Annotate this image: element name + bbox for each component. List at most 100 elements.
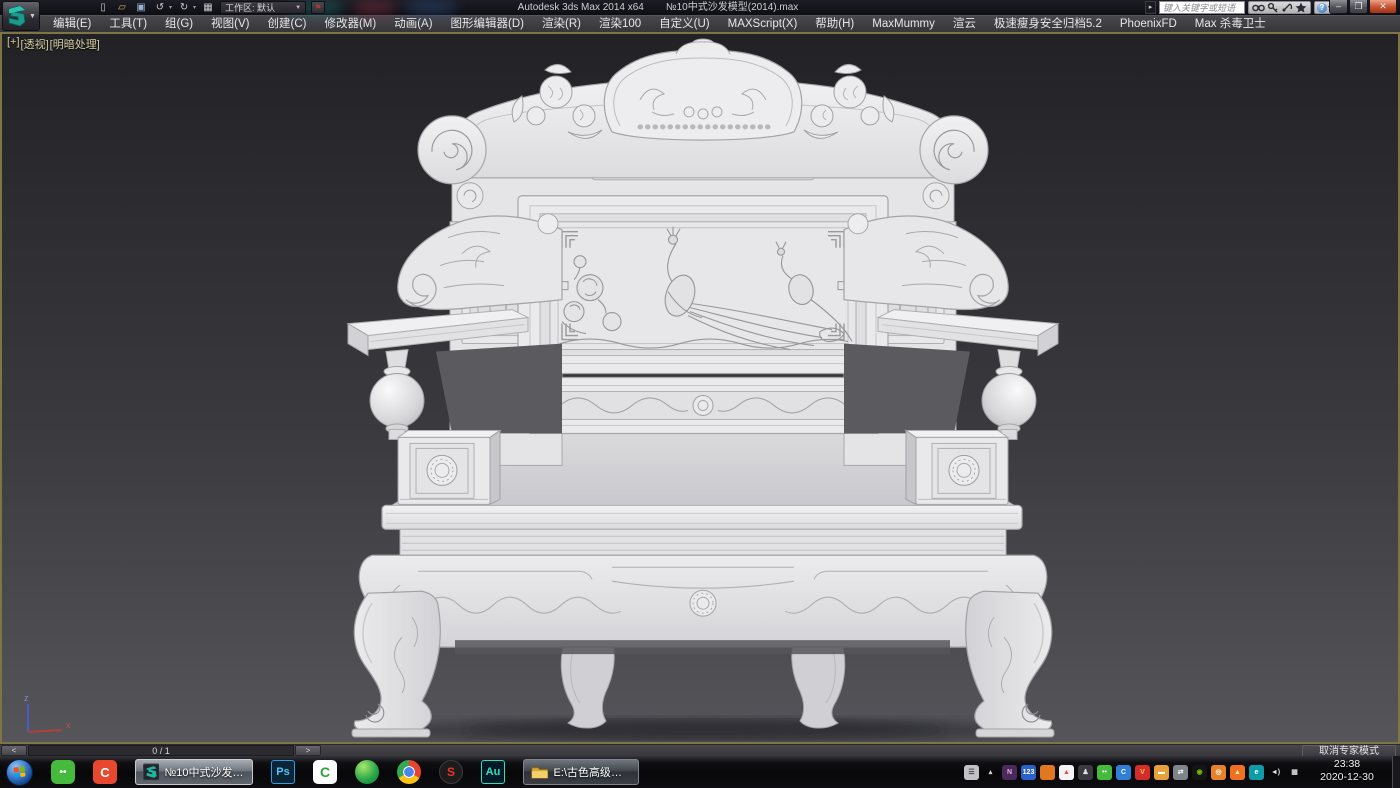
cancel-expert-mode-button[interactable]: 取消专家模式 (1302, 745, 1396, 757)
input-method-icon[interactable]: 123 (1021, 765, 1036, 780)
start-button[interactable] (6, 759, 33, 786)
3dsmax-application-window: ▼ ▯ ▱ ▣ ↺▾ ↻▾ ▦ 工作区: 默认 ▼ ⚑ Autodesk 3ds… (0, 0, 1400, 788)
redo-caret-icon[interactable]: ▾ (193, 4, 196, 11)
assistant-icon[interactable]: ♟ (1078, 765, 1093, 780)
minimize-button[interactable]: – (1329, 0, 1348, 14)
open-file-icon[interactable]: ▱ (115, 1, 129, 14)
substance-icon[interactable]: S (439, 760, 463, 784)
keyboard-icon[interactable]: ☰ (964, 765, 979, 780)
sync-check-icon[interactable]: C (1116, 765, 1131, 780)
redo-icon[interactable]: ↻ (177, 1, 191, 14)
restore-button[interactable]: ❐ (1349, 0, 1368, 14)
communication-center-icon[interactable] (1281, 2, 1293, 13)
wechat-tray-icon[interactable]: •• (1097, 765, 1112, 780)
viewport-label: [+] [透视] [明暗处理] (7, 36, 100, 52)
menu-item-3[interactable]: 组(G) (156, 16, 202, 33)
menu-item-13[interactable]: 帮助(H) (806, 16, 863, 33)
time-slider-frame-field[interactable]: 0 / 1 (28, 745, 294, 756)
audition-icon[interactable]: Au (481, 760, 505, 784)
volume-icon[interactable]: ◄) (1268, 765, 1283, 780)
viewport-perspective[interactable]: [+] [透视] [明暗处理] z x (0, 32, 1400, 744)
security-flame-icon[interactable]: ▲ (1230, 765, 1245, 780)
eset-icon[interactable]: e (1249, 765, 1264, 780)
triangle-app-icon[interactable]: ▲ (1059, 765, 1074, 780)
title-bar: ▼ ▯ ▱ ▣ ↺▾ ↻▾ ▦ 工作区: 默认 ▼ ⚑ Autodesk 3ds… (0, 0, 1400, 15)
taskbar-window-label: E:\古色高级家具... (553, 764, 631, 780)
save-file-icon[interactable]: ▣ (134, 1, 148, 14)
quick-access-toolbar: ▯ ▱ ▣ ↺▾ ↻▾ ▦ 工作区: 默认 ▼ ⚑ (96, 0, 325, 15)
taskbar-clock[interactable]: 23:38 2020-12-30 (1306, 758, 1388, 784)
chair-model (348, 39, 1058, 742)
viewport-view-label[interactable]: [透视] (21, 36, 49, 52)
graphics-tool-icon[interactable]: N (1002, 765, 1017, 780)
menu-item-10[interactable]: 渲染100 (590, 16, 650, 33)
undo-icon[interactable]: ↺ (153, 1, 167, 14)
sogou-browser-icon[interactable] (355, 760, 379, 784)
menu-item-6[interactable]: 修改器(M) (315, 16, 385, 33)
undo-caret-icon[interactable]: ▾ (169, 4, 172, 11)
windows-flag-icon (14, 766, 26, 777)
search-binoculars-icon[interactable] (1252, 2, 1265, 13)
show-desktop-button[interactable] (1392, 756, 1400, 788)
application-menu-button[interactable]: ▼ (2, 1, 40, 31)
close-button[interactable]: ✕ (1369, 0, 1397, 14)
photoshop-icon[interactable]: Ps (271, 760, 295, 784)
new-file-icon[interactable]: ▯ (96, 1, 110, 14)
window-controls: – ❐ ✕ (1329, 0, 1397, 14)
infocenter-bar: ▸ ? ▾ (1145, 1, 1334, 14)
viewport-shading-label[interactable]: [明暗处理] (50, 36, 100, 52)
nvidia-icon[interactable]: ◉ (1192, 765, 1207, 780)
next-frame-button[interactable]: > (295, 745, 321, 756)
3dsmax-logo-icon (6, 5, 28, 27)
wechat-icon[interactable]: •• (51, 760, 75, 784)
beverage-app-icon[interactable] (1040, 765, 1055, 780)
menu-item-2[interactable]: 工具(T) (100, 16, 156, 33)
hidden-icons-arrow[interactable]: ▴ (983, 765, 998, 780)
appmenu-caret-icon: ▼ (29, 13, 36, 20)
project-folder-icon[interactable]: ▦ (201, 1, 215, 14)
storage-icon[interactable]: ▬ (1154, 765, 1169, 780)
network-icon[interactable]: ▦ (1287, 765, 1302, 780)
menu-item-16[interactable]: 极速瘦身安全归档5.2 (985, 16, 1111, 33)
menu-item-18[interactable]: Max 杀毒卫士 (1186, 16, 1275, 33)
infocenter-collapse-arrow[interactable]: ▸ (1145, 1, 1156, 14)
window-title: Autodesk 3ds Max 2014 x64 №10中式沙发模型(2014… (518, 0, 799, 15)
viewport-3d-scene (2, 34, 1398, 742)
workspace-flag-icon[interactable]: ⚑ (311, 1, 325, 14)
menu-item-11[interactable]: 自定义(U) (650, 16, 718, 33)
camtasia-green-icon[interactable]: C (313, 760, 337, 784)
video-app-icon[interactable]: V (1135, 765, 1150, 780)
usb-device-icon[interactable]: ⇄ (1173, 765, 1188, 780)
document-title-text: №10中式沙发模型(2014).max (666, 0, 798, 15)
chrome-icon[interactable] (397, 760, 421, 784)
workspace-caret-icon: ▼ (295, 5, 301, 11)
menu-item-1[interactable]: 编辑(E) (44, 16, 100, 33)
workspace-selector[interactable]: 工作区: 默认 ▼ (220, 1, 306, 14)
axis-z-label: z (24, 693, 29, 703)
clock-date: 2020-12-30 (1306, 771, 1388, 784)
windows-taskbar: •• C №10中式沙发模... Ps C S Au E:\古色高级家具... ☰ ▴ N1… (0, 756, 1400, 788)
aero-glass-blob (404, 0, 458, 15)
screenshot-icon[interactable]: ◎ (1211, 765, 1226, 780)
taskbar-window-folder[interactable]: E:\古色高级家具... (523, 759, 639, 785)
camtasia-red-icon[interactable]: C (93, 760, 117, 784)
menu-bar: 编辑(E)工具(T)组(G)视图(V)创建(C)修改器(M)动画(A)图形编辑器… (0, 15, 1400, 32)
menu-item-17[interactable]: PhoenixFD (1111, 16, 1186, 33)
search-input[interactable] (1159, 1, 1245, 14)
menu-item-14[interactable]: MaxMummy (863, 16, 944, 33)
clock-time: 23:38 (1306, 758, 1388, 771)
menu-item-9[interactable]: 渲染(R) (533, 16, 590, 33)
3dsmax-task-icon (143, 763, 159, 781)
aero-glass-blob (352, 0, 398, 15)
menu-item-5[interactable]: 创建(C) (258, 16, 315, 33)
prev-frame-button[interactable]: < (1, 745, 27, 756)
menu-item-7[interactable]: 动画(A) (385, 16, 441, 33)
menu-item-15[interactable]: 渲云 (944, 16, 985, 33)
menu-item-4[interactable]: 视图(V) (202, 16, 258, 33)
taskbar-window-3dsmax[interactable]: №10中式沙发模... (135, 759, 253, 785)
viewport-menu-plus[interactable]: [+] (7, 36, 20, 52)
subscription-key-icon[interactable] (1267, 2, 1279, 13)
favorites-star-icon[interactable] (1295, 2, 1307, 13)
menu-item-12[interactable]: MAXScript(X) (719, 16, 807, 33)
menu-item-8[interactable]: 图形编辑器(D) (442, 16, 533, 33)
